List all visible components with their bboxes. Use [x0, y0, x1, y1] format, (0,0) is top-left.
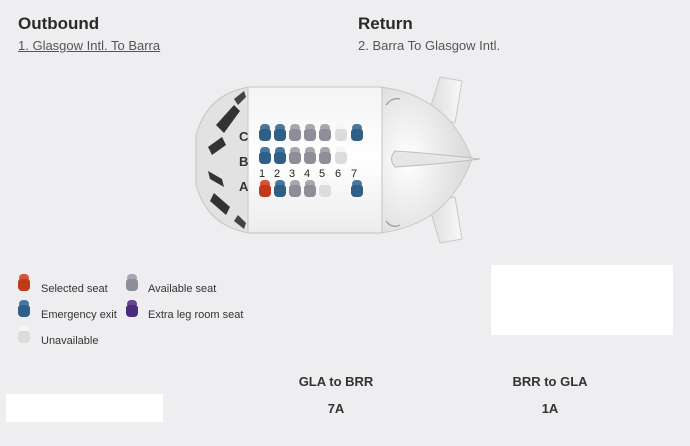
seat-4a[interactable]: [304, 180, 316, 197]
seat-7a[interactable]: [351, 180, 363, 197]
seat-6c: [335, 124, 347, 141]
column-number: 7: [350, 168, 358, 180]
seat-6b: [335, 147, 347, 164]
seat-3b[interactable]: [289, 147, 301, 164]
info-panel: [491, 265, 673, 335]
return-flight-link[interactable]: 2. Barra To Glasgow Intl.: [358, 38, 500, 53]
seat-4c[interactable]: [304, 124, 316, 141]
legend-swatch-emergency: [18, 300, 30, 317]
column-number: 3: [288, 168, 296, 180]
legend-label-selected: Selected seat: [41, 283, 108, 295]
outbound-seat-value: 7A: [327, 401, 345, 416]
return-route-label: BRR to GLA: [512, 374, 588, 389]
column-number: 4: [303, 168, 311, 180]
seat-7c[interactable]: [351, 124, 363, 141]
return-seat-value: 1A: [541, 401, 559, 416]
legend-swatch-extra-leg: [126, 300, 138, 317]
action-panel: [6, 394, 163, 422]
legend-label-available: Available seat: [148, 283, 217, 295]
seat-5a: [319, 180, 331, 197]
legend-swatch-selected: [18, 274, 30, 291]
row-label-a: A: [239, 179, 249, 194]
return-heading: Return: [358, 14, 413, 33]
legend-swatch-available: [126, 274, 138, 291]
outbound-route-label: GLA to BRR: [298, 374, 374, 389]
seat-2a[interactable]: [274, 180, 286, 197]
column-number: 2: [273, 168, 281, 180]
legend-label-unavailable: Unavailable: [41, 335, 99, 347]
row-label-c: C: [239, 129, 249, 144]
legend-swatch-unavailable: [18, 326, 30, 343]
legend-label-emergency: Emergency exit: [41, 309, 117, 321]
column-number: 5: [318, 168, 326, 180]
column-number: 1: [258, 168, 266, 180]
seat-1c[interactable]: [259, 124, 271, 141]
seat-2b[interactable]: [274, 147, 286, 164]
seat-5c[interactable]: [319, 124, 331, 141]
outbound-flight-link[interactable]: 1. Glasgow Intl. To Barra: [18, 38, 160, 53]
seat-1b[interactable]: [259, 147, 271, 164]
legend-label-extra-leg: Extra leg room seat: [148, 309, 244, 321]
seat-5b[interactable]: [319, 147, 331, 164]
seat-4b[interactable]: [304, 147, 316, 164]
seat-3c[interactable]: [289, 124, 301, 141]
seat-1a[interactable]: [259, 180, 271, 197]
outbound-heading: Outbound: [18, 14, 100, 33]
seat-3a[interactable]: [289, 180, 301, 197]
column-number: 6: [334, 168, 342, 180]
seat-2c[interactable]: [274, 124, 286, 141]
row-label-b: B: [239, 154, 249, 169]
